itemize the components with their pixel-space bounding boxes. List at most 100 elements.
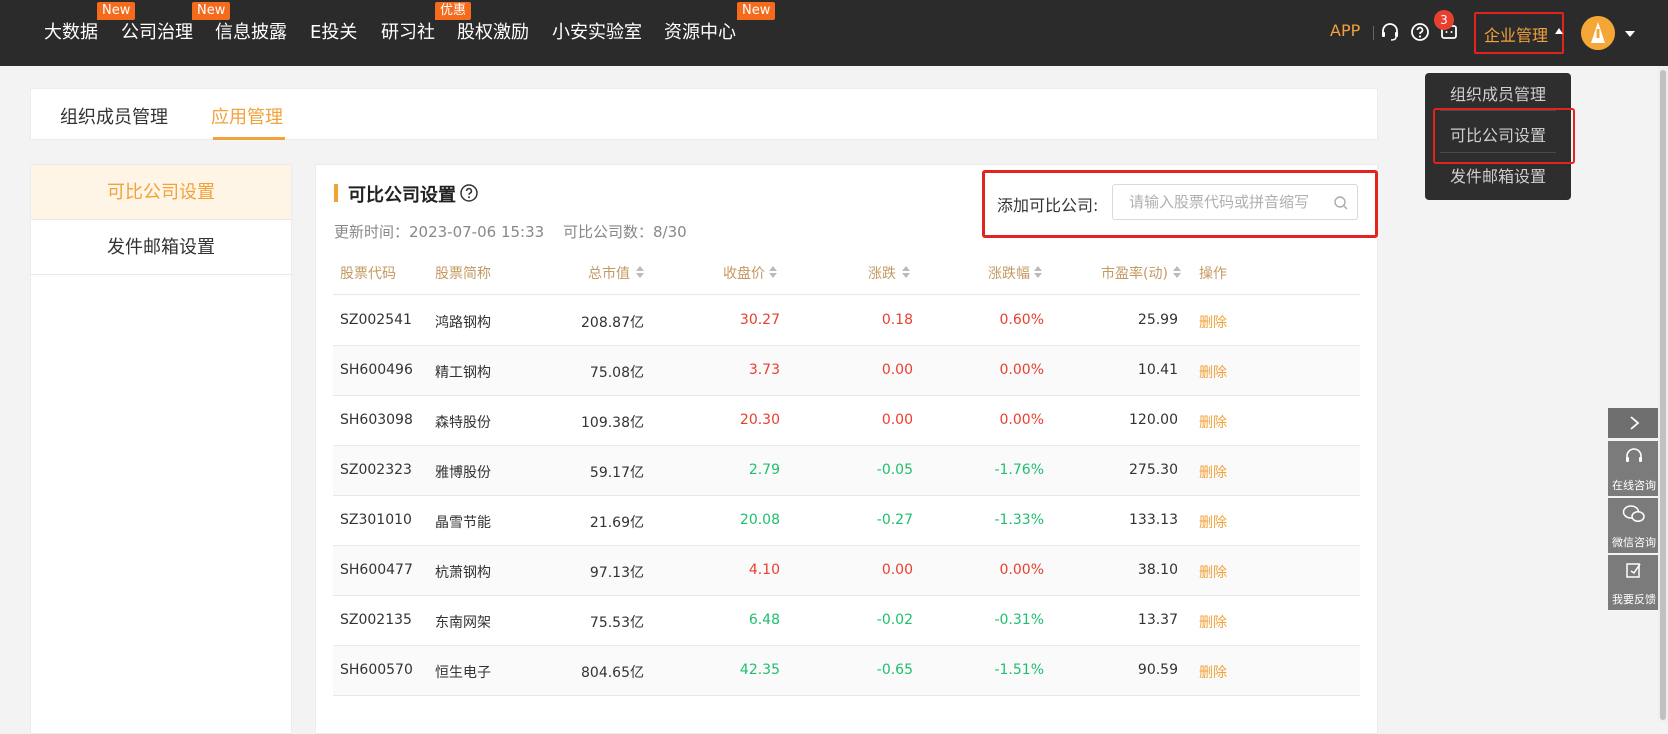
col-change-pct[interactable]: 涨跌幅 [988, 263, 1030, 283]
avatar[interactable] [1581, 16, 1615, 50]
scrollbar-thumb[interactable] [1660, 70, 1666, 720]
cell-market-cap: 97.13亿 [589, 565, 644, 581]
cell-market-cap: 109.38亿 [581, 415, 644, 431]
cell-change-pct: 0.60% [999, 312, 1044, 328]
wechat-icon [1622, 505, 1645, 523]
cell-name: 晶雪节能 [435, 515, 491, 531]
delete-button[interactable]: 删除 [1199, 412, 1227, 432]
cell-code: SH600496 [340, 362, 413, 378]
float-feedback[interactable]: 我要反馈 [1608, 555, 1660, 610]
cell-name: 鸿路钢构 [435, 315, 491, 331]
cell-pe: 120.00 [1129, 412, 1178, 428]
question-icon[interactable] [459, 183, 479, 203]
cell-close: 20.30 [739, 412, 780, 428]
caret-up-icon [1555, 28, 1563, 34]
tab-panel: 组织成员管理 应用管理 [30, 88, 1378, 140]
headset-icon[interactable] [1380, 22, 1400, 42]
delete-button[interactable]: 删除 [1199, 512, 1227, 532]
nav-item-e-investor[interactable]: E投关 [310, 18, 357, 44]
delete-button[interactable]: 删除 [1199, 662, 1227, 682]
title-accent-bar [334, 184, 338, 202]
cell-change-pct: 0.00% [999, 562, 1044, 578]
side-item-mailbox[interactable]: 发件邮箱设置 [31, 220, 291, 275]
nav-item-lab[interactable]: 小安实验室 [552, 18, 642, 44]
cell-change: 0.00 [881, 362, 913, 378]
delete-button[interactable]: 删除 [1199, 562, 1227, 582]
cell-change: -0.65 [876, 662, 913, 678]
float-collapse-button[interactable] [1608, 408, 1660, 438]
cell-code: SZ002135 [340, 612, 412, 628]
cell-change: -0.27 [876, 512, 913, 528]
dropdown-item-members[interactable]: 组织成员管理 [1425, 81, 1571, 105]
float-label: 我要反馈 [1612, 593, 1656, 606]
chevron-right-icon [1630, 416, 1640, 430]
dropdown-highlight-box [1433, 108, 1575, 164]
cell-change-pct: -1.51% [994, 662, 1044, 678]
side-menu: 可比公司设置 发件邮箱设置 [30, 164, 292, 734]
cell-pe: 38.10 [1137, 562, 1178, 578]
delete-button[interactable]: 删除 [1199, 362, 1227, 382]
nav-item-study[interactable]: 研习社 [381, 18, 435, 44]
table-row: SZ301010 晶雪节能 21.69亿 20.08 -0.27 -1.33% … [333, 496, 1360, 546]
tab-members[interactable]: 组织成员管理 [60, 103, 168, 129]
main-panel: 可比公司设置 更新时间：2023-07-06 15:33 可比公司数：8/30 … [315, 164, 1378, 734]
cell-close: 20.08 [739, 512, 780, 528]
cell-market-cap: 208.87亿 [581, 315, 644, 331]
sort-icon[interactable] [1172, 264, 1182, 280]
message-count-badge: 3 [1434, 10, 1454, 30]
app-link[interactable]: APP [1330, 21, 1360, 40]
tab-app-management[interactable]: 应用管理 [211, 103, 283, 129]
table-header: 股票代码 股票简称 总市值 收盘价 涨跌 涨跌幅 市盈率(动) 操作 [333, 247, 1360, 295]
float-online-consult[interactable]: 在线咨询 [1608, 441, 1660, 496]
delete-button[interactable]: 删除 [1199, 312, 1227, 332]
sort-icon[interactable] [768, 264, 778, 280]
nav-item-big-data[interactable]: 大数据 [44, 18, 98, 44]
dropdown-item-mailbox[interactable]: 发件邮箱设置 [1425, 163, 1571, 187]
table-row: SZ002541 鸿路钢构 208.87亿 30.27 0.18 0.60% 2… [333, 296, 1360, 346]
cell-close: 6.48 [748, 612, 780, 628]
help-circle-icon[interactable] [1410, 22, 1430, 42]
cell-code: SH603098 [340, 412, 413, 428]
cell-change: 0.18 [881, 312, 913, 328]
sort-icon[interactable] [901, 264, 911, 280]
company-search-input[interactable] [1114, 186, 1324, 218]
sort-icon[interactable] [1033, 264, 1043, 280]
col-pe[interactable]: 市盈率(动) [1101, 263, 1168, 283]
cell-change-pct: -0.31% [994, 612, 1044, 628]
cell-code: SH600570 [340, 662, 413, 678]
chevron-down-icon[interactable] [1625, 31, 1635, 37]
sort-icon[interactable] [635, 264, 645, 280]
headset-icon [1626, 448, 1642, 462]
col-close[interactable]: 收盘价 [723, 263, 765, 283]
cell-close: 4.10 [748, 562, 780, 578]
table-row: SZ002135 东南网架 75.53亿 6.48 -0.02 -0.31% 1… [333, 596, 1360, 646]
cell-code: SZ301010 [340, 512, 412, 528]
enterprise-menu-label[interactable]: 企业管理 [1484, 22, 1548, 46]
nav-item-resources[interactable]: 资源中心 [664, 18, 736, 44]
search-icon[interactable] [1333, 195, 1349, 211]
nav-item-disclosure[interactable]: 信息披露 [215, 18, 287, 44]
cell-pe: 10.41 [1137, 362, 1178, 378]
delete-button[interactable]: 删除 [1199, 612, 1227, 632]
float-wechat-consult[interactable]: 微信咨询 [1608, 498, 1660, 553]
cell-market-cap: 59.17亿 [589, 465, 644, 481]
nav-item-governance[interactable]: 公司治理 [121, 18, 193, 44]
col-market-cap[interactable]: 总市值 [588, 263, 630, 283]
cell-change: 0.00 [881, 412, 913, 428]
delete-button[interactable]: 删除 [1199, 462, 1227, 482]
cell-pe: 13.37 [1137, 612, 1178, 628]
nav-item-equity[interactable]: 股权激励 [457, 18, 529, 44]
cell-name: 恒生电子 [435, 665, 491, 681]
search-box[interactable] [1112, 184, 1358, 220]
edit-icon [1626, 563, 1641, 578]
cell-change: -0.02 [876, 612, 913, 628]
cell-change: -0.05 [876, 462, 913, 478]
side-item-comparable[interactable]: 可比公司设置 [31, 165, 291, 220]
nav-badge-new: New [737, 2, 776, 20]
add-company-label: 添加可比公司: [997, 196, 1099, 215]
cell-change-pct: -1.33% [994, 512, 1044, 528]
panel-title: 可比公司设置 [348, 185, 456, 206]
col-change[interactable]: 涨跌 [868, 263, 896, 283]
table-row: SH600477 杭萧钢构 97.13亿 4.10 0.00 0.00% 38.… [333, 546, 1360, 596]
cell-pe: 25.99 [1137, 312, 1178, 328]
